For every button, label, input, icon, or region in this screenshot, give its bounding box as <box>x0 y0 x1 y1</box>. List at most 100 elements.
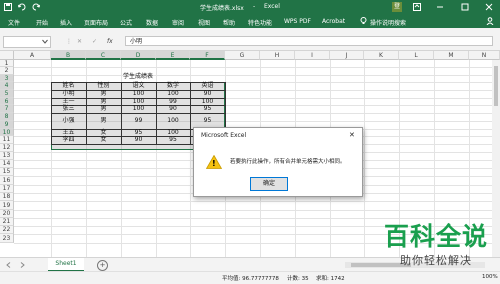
table-cell[interactable]: 100 <box>156 129 190 136</box>
table-cell[interactable]: 王五 <box>51 129 86 136</box>
table-cell[interactable]: 小明 <box>51 90 86 98</box>
column-header[interactable]: J <box>330 51 364 60</box>
table-cell[interactable]: 女 <box>86 129 121 136</box>
row-header[interactable]: 23 <box>0 234 14 243</box>
table-header-cell[interactable]: 性别 <box>86 82 121 90</box>
table-cell[interactable]: 99 <box>121 113 156 129</box>
column-header[interactable]: I <box>295 51 330 60</box>
scrollbar-thumb[interactable] <box>494 66 498 106</box>
row-header[interactable]: 14 <box>0 160 14 168</box>
table-cell[interactable]: 男 <box>86 90 121 98</box>
table-cell[interactable]: 李四 <box>51 136 86 144</box>
insert-function-button[interactable]: fx <box>107 38 113 45</box>
tab-acrobat[interactable]: Acrobat <box>322 18 345 25</box>
table-cell[interactable]: 100 <box>156 113 190 129</box>
table-cell[interactable]: 100 <box>121 98 156 105</box>
column-header[interactable]: C <box>86 51 121 60</box>
row-header[interactable]: 21 <box>0 218 14 226</box>
sheet-tab-active[interactable]: Sheet1 <box>48 258 84 272</box>
row-header[interactable]: 8 <box>0 113 14 121</box>
table-cell[interactable]: 男 <box>86 98 121 105</box>
column-header[interactable]: G <box>225 51 260 60</box>
table-title[interactable]: 学生成绩表 <box>51 73 225 81</box>
add-sheet-button[interactable]: + <box>97 260 108 271</box>
ok-button[interactable]: 确定 <box>250 177 288 191</box>
redo-icon[interactable] <box>32 3 40 11</box>
avatar[interactable]: 登 <box>392 2 402 12</box>
ribbon-display-icon[interactable] <box>413 3 421 11</box>
tab-home[interactable]: 开始 <box>36 18 48 27</box>
cancel-button[interactable]: ✕ <box>77 38 82 45</box>
enter-button[interactable]: ✓ <box>92 38 97 45</box>
table-cell[interactable]: 男 <box>86 113 121 129</box>
row-header[interactable]: 4 <box>0 82 14 90</box>
dialog-close-button[interactable]: ✕ <box>349 131 355 139</box>
tab-help[interactable]: 帮助 <box>223 18 235 27</box>
row-header[interactable]: 7 <box>0 105 14 113</box>
tab-formulas[interactable]: 公式 <box>120 18 132 27</box>
row-header[interactable]: 19 <box>0 201 14 210</box>
row-header[interactable]: 20 <box>0 210 14 218</box>
table-cell[interactable]: 100 <box>121 90 156 98</box>
table-cell[interactable]: 张三 <box>51 105 86 113</box>
row-header[interactable]: 9 <box>0 121 14 129</box>
close-icon[interactable] <box>485 3 493 11</box>
table-cell[interactable]: 95 <box>156 136 190 144</box>
table-cell[interactable]: 男 <box>86 105 121 113</box>
table-header-cell[interactable]: 姓名 <box>51 82 86 90</box>
column-header[interactable]: D <box>121 51 156 60</box>
table-cell[interactable]: 王一 <box>51 98 86 105</box>
column-header[interactable]: N <box>469 51 500 60</box>
row-header[interactable]: 15 <box>0 168 14 176</box>
tab-insert[interactable]: 插入 <box>60 18 72 27</box>
table-cell[interactable]: 100 <box>190 98 225 105</box>
save-icon[interactable] <box>4 3 12 11</box>
row-header[interactable]: 10 <box>0 129 14 136</box>
share-icon[interactable] <box>486 17 494 25</box>
select-all-corner[interactable] <box>0 51 14 60</box>
tell-me-search[interactable]: 操作说明搜索 <box>370 18 406 27</box>
row-header[interactable]: 16 <box>0 176 14 185</box>
undo-icon[interactable] <box>18 3 26 11</box>
table-cell[interactable]: 女 <box>86 136 121 144</box>
table-cell[interactable]: 95 <box>190 105 225 113</box>
column-header[interactable]: A <box>14 51 51 60</box>
column-header[interactable]: L <box>399 51 434 60</box>
table-cell[interactable]: 90 <box>190 90 225 98</box>
row-header[interactable]: 1 <box>0 60 14 67</box>
row-header[interactable]: 13 <box>0 152 14 160</box>
tab-review[interactable]: 审阅 <box>172 18 184 27</box>
row-header[interactable]: 17 <box>0 185 14 193</box>
row-header[interactable]: 6 <box>0 98 14 105</box>
column-header[interactable]: F <box>190 51 225 60</box>
table-header-cell[interactable]: 英语 <box>190 82 225 90</box>
tab-file[interactable]: 文件 <box>8 18 20 27</box>
table-header-cell[interactable]: 数学 <box>156 82 190 90</box>
table-cell[interactable]: 100 <box>156 90 190 98</box>
tab-view[interactable]: 视图 <box>198 18 210 27</box>
row-header[interactable]: 5 <box>0 90 14 98</box>
tab-special-features[interactable]: 特色功能 <box>248 18 272 27</box>
column-header[interactable]: M <box>434 51 469 60</box>
tab-data[interactable]: 数据 <box>146 18 158 27</box>
table-cell[interactable]: 小强 <box>51 113 86 129</box>
row-header[interactable]: 18 <box>0 193 14 201</box>
row-header[interactable]: 2 <box>0 67 14 75</box>
table-cell[interactable]: 99 <box>156 98 190 105</box>
column-header[interactable]: B <box>51 51 86 60</box>
column-header[interactable]: E <box>156 51 190 60</box>
table-header-cell[interactable]: 语文 <box>121 82 156 90</box>
row-header[interactable]: 11 <box>0 136 14 144</box>
scroll-left-icon[interactable] <box>6 262 11 268</box>
table-cell[interactable]: 90 <box>156 105 190 113</box>
formula-input[interactable]: 小明 <box>125 36 493 46</box>
table-cell[interactable]: 90 <box>121 136 156 144</box>
chevron-down-icon[interactable] <box>42 39 48 44</box>
minimize-icon[interactable] <box>436 3 444 11</box>
zoom-level[interactable]: 100% <box>482 274 498 280</box>
tab-page-layout[interactable]: 页面布局 <box>84 18 108 27</box>
scroll-right-icon[interactable] <box>20 262 25 268</box>
tab-wps-pdf[interactable]: WPS PDF <box>284 18 311 25</box>
row-header[interactable]: 12 <box>0 144 14 152</box>
column-header[interactable]: K <box>364 51 399 60</box>
